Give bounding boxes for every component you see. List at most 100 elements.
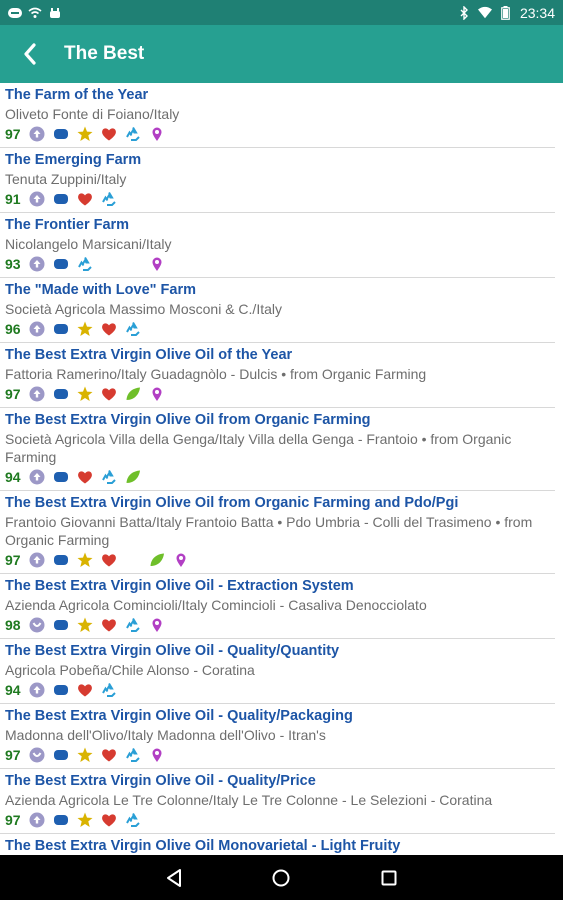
producer-info: Fattoria Ramerino/Italy Guadagnòlo - Dul…: [5, 366, 427, 382]
attribute-icons: [29, 319, 189, 339]
arrow-up-circle-icon: [29, 256, 45, 272]
pin-icon: [149, 256, 165, 272]
nav-home-button[interactable]: [261, 858, 301, 898]
blue-pill-icon: [53, 469, 69, 485]
list-item[interactable]: The Emerging Farm Tenuta Zuppini/Italy 91: [0, 148, 555, 213]
award-title: The Best Extra Virgin Olive Oil - Qualit…: [5, 643, 340, 659]
star-icon: [77, 747, 93, 763]
chevron-left-icon: [24, 43, 36, 65]
arrow-up-circle-icon: [29, 386, 45, 402]
score-value: 93: [5, 256, 21, 272]
battery-icon: [499, 5, 513, 20]
page-title: The Best: [64, 43, 145, 64]
list-item[interactable]: The Best Extra Virgin Olive Oil Monovari…: [0, 834, 555, 855]
arrow-up-circle-icon: [29, 321, 45, 337]
item-footer: 91: [5, 188, 550, 212]
leaf-icon: [149, 552, 165, 568]
producer-info: Oliveto Fonte di Foiano/Italy: [5, 106, 180, 122]
award-title: The Best Extra Virgin Olive Oil - Qualit…: [5, 708, 353, 724]
item-footer: 96: [5, 318, 550, 342]
blue-pill-icon: [53, 256, 69, 272]
android-icon: [48, 6, 62, 20]
list-item[interactable]: The Best Extra Virgin Olive Oil of the Y…: [0, 343, 555, 408]
awards-list[interactable]: The Farm of the Year Oliveto Fonte di Foi…: [0, 83, 563, 855]
attribute-icons: [29, 254, 189, 274]
circle-home-icon: [272, 869, 290, 886]
list-item[interactable]: The Best Extra Virgin Olive Oil - Qualit…: [0, 704, 555, 769]
pin-icon: [149, 617, 165, 633]
star-icon: [77, 321, 93, 337]
list-item[interactable]: The Best Extra Virgin Olive Oil - Qualit…: [0, 639, 555, 704]
attribute-icons: [29, 189, 189, 209]
score-value: 94: [5, 469, 21, 485]
heart-icon: [101, 617, 117, 633]
recycle-icon: [77, 256, 93, 272]
leaf-icon: [125, 386, 141, 402]
recycle-icon: [125, 321, 141, 337]
attribute-icons: [29, 467, 189, 487]
arrow-up-circle-icon: [29, 126, 45, 142]
award-title: The Best Extra Virgin Olive Oil from Org…: [5, 495, 459, 511]
status-bar: 23:34: [0, 0, 563, 25]
recycle-icon: [101, 191, 117, 207]
attribute-icons: [29, 615, 189, 635]
producer-info: Società Agricola Massimo Mosconi & C./It…: [5, 301, 282, 317]
producer-info: Azienda Agricola Le Tre Colonne/Italy Le…: [5, 792, 493, 808]
heart-icon: [101, 552, 117, 568]
back-button[interactable]: [0, 25, 60, 83]
award-title: The "Made with Love" Farm: [5, 282, 196, 298]
blue-pill-icon: [53, 126, 69, 142]
recycle-icon: [125, 126, 141, 142]
score-value: 94: [5, 682, 21, 698]
arrow-down-circle-icon: [29, 747, 45, 763]
arrow-up-circle-icon: [29, 682, 45, 698]
list-item[interactable]: The Farm of the Year Oliveto Fonte di Foi…: [0, 83, 555, 148]
arrow-down-circle-icon: [29, 617, 45, 633]
nav-recents-button[interactable]: [369, 858, 409, 898]
item-footer: 97: [5, 809, 550, 833]
item-footer: 93: [5, 253, 550, 277]
award-title: The Farm of the Year: [5, 87, 149, 103]
item-footer: 97: [5, 549, 550, 573]
list-item[interactable]: The "Made with Love" Farm Società Agricol…: [0, 278, 555, 343]
heart-icon: [77, 682, 93, 698]
score-value: 97: [5, 747, 21, 763]
arrow-up-circle-icon: [29, 469, 45, 485]
recycle-icon: [125, 812, 141, 828]
star-icon: [77, 552, 93, 568]
wifi-hotspot-icon: [28, 6, 42, 20]
nav-back-button[interactable]: [154, 858, 194, 898]
heart-icon: [77, 191, 93, 207]
list-item[interactable]: The Best Extra Virgin Olive Oil from Org…: [0, 491, 555, 574]
award-title: The Best Extra Virgin Olive Oil - Extrac…: [5, 578, 354, 594]
attribute-icons: [29, 745, 189, 765]
notification-badge-icon: [8, 6, 22, 20]
status-system: 23:34: [457, 5, 555, 21]
producer-info: Frantoio Giovanni Batta/Italy Frantoio B…: [5, 514, 533, 548]
blue-pill-icon: [53, 617, 69, 633]
list-item[interactable]: The Best Extra Virgin Olive Oil - Qualit…: [0, 769, 555, 834]
recycle-icon: [101, 682, 117, 698]
list-item[interactable]: The Best Extra Virgin Olive Oil - Extrac…: [0, 574, 555, 639]
pin-icon: [173, 552, 189, 568]
heart-icon: [101, 126, 117, 142]
producer-info: Società Agricola Villa della Genga/Italy…: [5, 431, 512, 465]
status-time: 23:34: [519, 4, 555, 21]
star-icon: [77, 617, 93, 633]
wifi-signal-icon: [477, 6, 492, 20]
award-title: The Best Extra Virgin Olive Oil Monovari…: [5, 838, 401, 854]
producer-info: Azienda Agricola Comincioli/Italy Cominc…: [5, 597, 427, 613]
award-title: The Best Extra Virgin Olive Oil from Org…: [5, 412, 371, 428]
producer-info: Nicolangelo Marsicani/Italy: [5, 236, 172, 252]
producer-info: Madonna dell'Olivo/Italy Madonna dell'Ol…: [5, 727, 326, 743]
item-footer: 94: [5, 679, 550, 703]
score-value: 97: [5, 126, 21, 142]
producer-info: Tenuta Zuppini/Italy: [5, 171, 127, 187]
blue-pill-icon: [53, 552, 69, 568]
score-value: 96: [5, 321, 21, 337]
list-item[interactable]: The Best Extra Virgin Olive Oil from Org…: [0, 408, 555, 491]
award-title: The Best Extra Virgin Olive Oil - Qualit…: [5, 773, 316, 789]
list-item[interactable]: The Frontier Farm Nicolangelo Marsicani/I…: [0, 213, 555, 278]
triangle-back-icon: [166, 868, 181, 887]
status-notifications: [8, 6, 62, 20]
